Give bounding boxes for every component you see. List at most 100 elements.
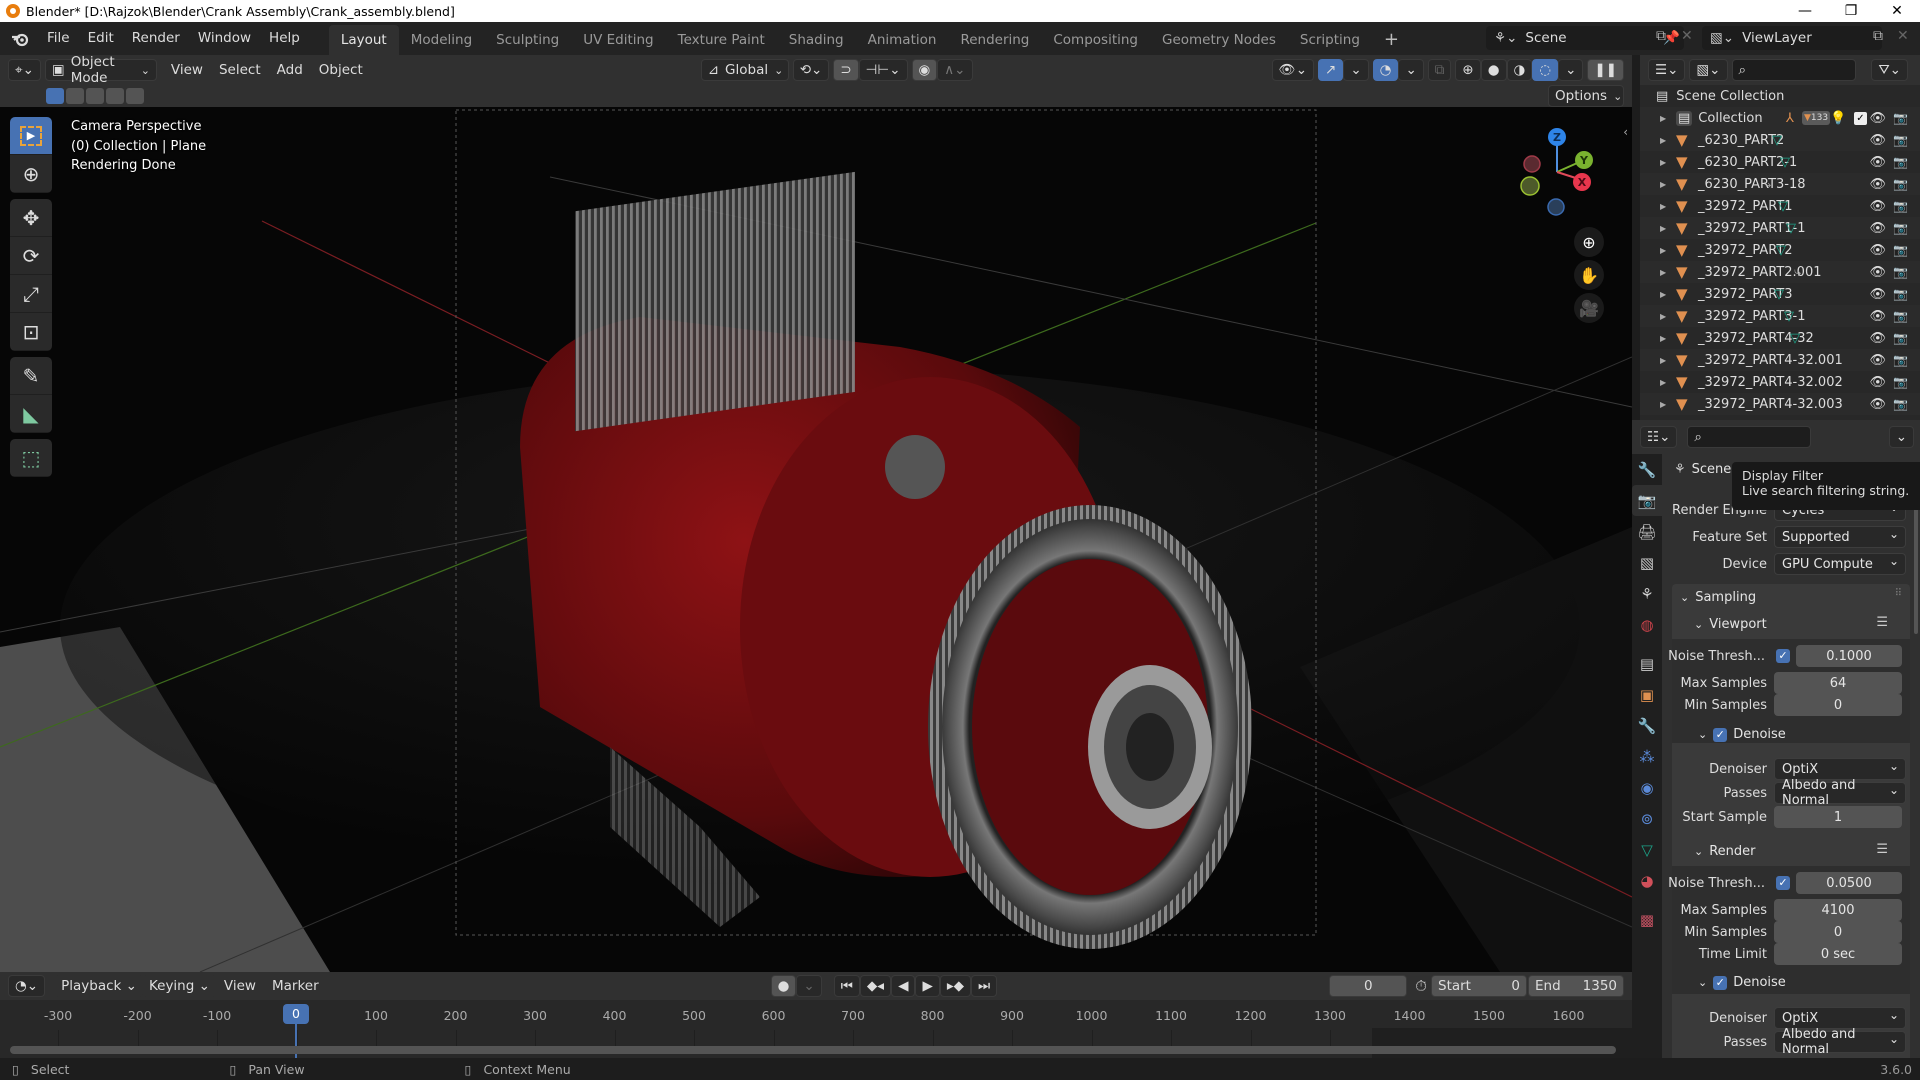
camera-view-button[interactable]: 🎥 xyxy=(1574,293,1604,323)
visibility-eye-icon[interactable]: 👁 xyxy=(1869,243,1886,258)
render-camera-icon[interactable]: 📷 xyxy=(1893,221,1908,235)
outliner-search[interactable]: ⌕ xyxy=(1731,59,1856,81)
select-mode-buttons[interactable] xyxy=(46,88,144,104)
expand-arrow-icon[interactable]: ▶ xyxy=(1660,312,1670,321)
outliner-object-row[interactable]: ▶ ▼ _32972_PART3-1 ▽ 👁 📷 xyxy=(1640,305,1920,327)
expand-arrow-icon[interactable]: ▶ xyxy=(1660,378,1670,387)
shading-rendered[interactable]: ◌ xyxy=(1532,59,1559,81)
tab-shading[interactable]: Shading xyxy=(777,25,856,55)
mesh-data-icon[interactable]: ▽ xyxy=(1774,287,1784,302)
minimize-button[interactable]: — xyxy=(1782,0,1828,22)
outliner-object-row[interactable]: ▶ ▼ _32972_PART2 ▽ 👁 📷 xyxy=(1640,239,1920,261)
jump-end-button[interactable]: ⏭ xyxy=(971,975,998,997)
current-frame-field[interactable]: 0 xyxy=(1329,975,1408,997)
expand-arrow-icon[interactable]: ▶ xyxy=(1660,290,1670,299)
render-camera-icon[interactable]: 📷 xyxy=(1893,309,1908,323)
viewport-denoise-header[interactable]: ⌄ ✓ Denoise xyxy=(1698,727,1786,742)
tab-material[interactable]: ◕ xyxy=(1632,865,1662,896)
proportional-edit-toggle[interactable]: ◉ xyxy=(911,59,938,81)
device-dropdown[interactable]: GPU Compute xyxy=(1774,553,1906,575)
keying-menu[interactable]: Keying ⌄ xyxy=(142,975,216,997)
start-sample-field[interactable]: 1 xyxy=(1774,806,1902,828)
select-new-icon[interactable] xyxy=(46,88,64,104)
tab-physics[interactable]: ◉ xyxy=(1632,772,1662,803)
add-cube-tool[interactable]: ⬚ xyxy=(10,439,52,477)
noise-threshold-field[interactable]: 0.1000 xyxy=(1796,645,1902,667)
scene-collection-row[interactable]: ▤ Scene Collection xyxy=(1640,85,1920,107)
curve-data-icon[interactable]: ⤷ xyxy=(1794,265,1801,280)
render-camera-icon[interactable]: 📷 xyxy=(1893,331,1908,345)
tab-tool[interactable]: 🔧 xyxy=(1632,454,1662,485)
menu-render[interactable]: Render xyxy=(123,22,189,55)
playback-menu[interactable]: Playback ⌄ xyxy=(55,975,143,997)
outliner-object-row[interactable]: ▶ ▼ _32972_PART4-32 ▽ 👁 📷 xyxy=(1640,327,1920,349)
select-box-tool[interactable]: ▶ xyxy=(10,117,52,155)
outliner-object-row[interactable]: ▶ ▼ _32972_PART3 ▽ 👁 📷 xyxy=(1640,283,1920,305)
denoiser-dropdown[interactable]: OptiX xyxy=(1774,758,1906,780)
render-camera-icon[interactable]: 📷 xyxy=(1893,397,1908,411)
sidebar-toggle[interactable]: ‹ xyxy=(1623,125,1628,139)
drag-handle-icon[interactable]: ⠿ xyxy=(1895,588,1902,599)
restore-button[interactable]: ❐ xyxy=(1828,0,1874,22)
render-camera-icon[interactable]: 📷 xyxy=(1893,199,1908,213)
delete-view-layer-button[interactable]: ✕ xyxy=(1897,28,1909,44)
denoiser-dropdown[interactable]: OptiX xyxy=(1774,1007,1906,1029)
render-denoise-checkbox[interactable]: ✓ xyxy=(1713,975,1728,990)
outliner-object-row[interactable]: ▶ ▼ _32972_PART4-32.003 👁 📷 xyxy=(1640,393,1920,415)
select-extend-icon[interactable] xyxy=(66,88,84,104)
render-camera-icon[interactable]: 📷 xyxy=(1893,177,1908,191)
tab-render[interactable]: 📷 xyxy=(1632,485,1662,516)
mesh-data-icon[interactable]: ▽ xyxy=(1790,331,1800,346)
shading-dropdown[interactable]: ⌄ xyxy=(1558,59,1584,81)
mesh-data-icon[interactable]: ▽ xyxy=(1784,309,1794,324)
render-camera-icon[interactable]: 📷 xyxy=(1893,243,1908,257)
measure-tool[interactable]: ◣ xyxy=(10,395,52,433)
gizmo-toggle[interactable]: ↗ xyxy=(1318,59,1344,81)
visibility-eye-icon[interactable]: 👁 xyxy=(1869,221,1886,236)
visibility-eye-icon[interactable]: 👁 xyxy=(1869,111,1886,126)
tab-collection[interactable]: ▤ xyxy=(1632,648,1662,679)
editor-type-button[interactable]: ⌖⌄ xyxy=(8,59,41,81)
noise-threshold-field[interactable]: 0.0500 xyxy=(1796,872,1902,894)
max-samples-field[interactable]: 64 xyxy=(1774,672,1902,694)
select-subtract-icon[interactable] xyxy=(86,88,104,104)
mesh-data-icon[interactable]: ▽ xyxy=(1778,199,1788,214)
tab-texture-paint[interactable]: Texture Paint xyxy=(666,25,777,55)
min-samples-field[interactable]: 0 xyxy=(1774,921,1902,943)
outliner-object-row[interactable]: ▶ ▼ _32972_PART2.001 ⤷ 👁 📷 xyxy=(1640,261,1920,283)
outliner-object-row[interactable]: ▶ ▼ _6230_PART3-18 ⤷ 👁 📷 xyxy=(1640,173,1920,195)
presets-icon[interactable]: ☰ xyxy=(1876,842,1888,857)
zoom-view-button[interactable]: ⊕ xyxy=(1574,227,1604,257)
expand-arrow-icon[interactable]: ▶ xyxy=(1660,400,1670,409)
expand-arrow-icon[interactable]: ▶ xyxy=(1660,268,1670,277)
view-layer-selector[interactable]: ▧⌄ ViewLayer xyxy=(1702,26,1882,50)
tab-uv-editing[interactable]: UV Editing xyxy=(571,25,665,55)
end-frame-field[interactable]: End 1350 xyxy=(1528,975,1624,997)
viewport-denoise-checkbox[interactable]: ✓ xyxy=(1713,727,1728,742)
tab-compositing[interactable]: Compositing xyxy=(1041,25,1150,55)
playhead[interactable]: 0 xyxy=(283,1004,309,1024)
outliner-object-row[interactable]: ▶ ▼ _32972_PART1-1 ▽ 👁 📷 xyxy=(1640,217,1920,239)
timeline[interactable]: -300 -200 -100 0 100 200 300 400 500 600 700 800 900… xyxy=(0,1000,1632,1058)
expand-arrow-icon[interactable]: ▶ xyxy=(1660,224,1670,233)
tab-texture[interactable]: ▩ xyxy=(1632,904,1662,935)
outliner-editor-type[interactable]: ☰⌄ xyxy=(1648,59,1686,81)
tab-layout[interactable]: Layout xyxy=(328,25,399,55)
mesh-data-icon[interactable]: ▽ xyxy=(1772,133,1782,148)
sampling-header[interactable]: ⌄ Sampling xyxy=(1680,590,1756,605)
new-scene-button[interactable]: ⧉ xyxy=(1656,28,1666,44)
properties-editor-type[interactable]: ☷⌄ xyxy=(1640,426,1678,448)
visibility-eye-icon[interactable]: 👁 xyxy=(1869,331,1886,346)
expand-arrow-icon[interactable]: ▶ xyxy=(1660,180,1670,189)
mesh-data-icon[interactable]: ▽ xyxy=(1786,221,1796,236)
scene-selector[interactable]: ⚘⌄ Scene 📌 xyxy=(1486,26,1684,50)
filter-button[interactable]: ⛛⌄ xyxy=(1871,59,1908,81)
shading-material[interactable]: ◑ xyxy=(1506,59,1533,81)
visibility-eye-icon[interactable]: 👁 xyxy=(1869,155,1886,170)
xray-toggle[interactable]: ⧉ xyxy=(1427,59,1452,81)
prev-keyframe-button[interactable]: ◆◂ xyxy=(859,975,892,997)
pause-render-button[interactable]: ❚❚ xyxy=(1587,59,1624,81)
transform-orientation-selector[interactable]: ⊿ Global ⌄ xyxy=(700,59,789,81)
transform-tool[interactable]: ⊡ xyxy=(10,313,52,351)
time-limit-field[interactable]: 0 sec xyxy=(1774,943,1902,965)
